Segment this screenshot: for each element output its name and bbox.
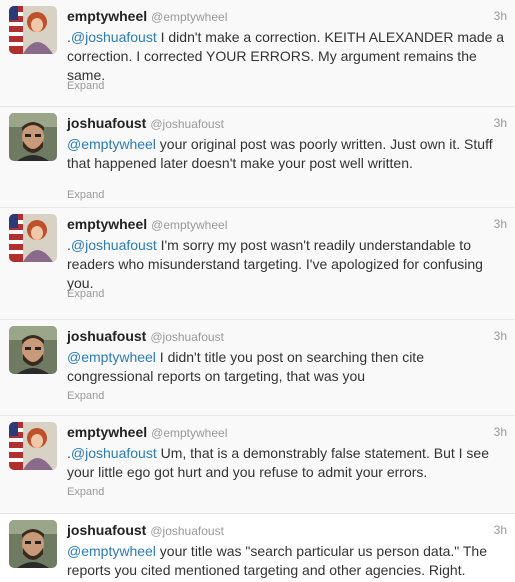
timestamp[interactable]: 3h	[494, 113, 507, 133]
avatar-joshuafoust[interactable]	[9, 326, 57, 374]
tweet-text: @emptywheel I didn't title you post on s…	[67, 348, 507, 386]
expand-link[interactable]: Expand	[67, 486, 104, 498]
tweet[interactable]: joshuafoust @joshuafoust 3h @emptywheel I…	[0, 319, 515, 415]
tweet[interactable]: emptywheel @emptywheel 3h .@joshuafoust U…	[0, 415, 515, 513]
display-name[interactable]: joshuafoust	[67, 328, 146, 344]
tweet-header: joshuafoust @joshuafoust 3h	[67, 326, 507, 346]
tweet-text: .@joshuafoust I'm sorry my post wasn't r…	[67, 236, 507, 293]
mention-link[interactable]: @joshuafoust	[71, 29, 157, 45]
tweet-header: emptywheel @emptywheel 3h	[67, 214, 507, 234]
expand-link[interactable]: Expand	[67, 189, 104, 201]
tweet[interactable]: joshuafoust @joshuafoust 3h @emptywheel y…	[0, 106, 515, 207]
tweet-header: joshuafoust @joshuafoust 3h	[67, 520, 507, 540]
avatar-joshuafoust[interactable]	[9, 520, 57, 568]
username[interactable]: @joshuafoust	[150, 524, 224, 538]
display-name[interactable]: joshuafoust	[67, 522, 146, 538]
avatar-emptywheel[interactable]	[9, 214, 57, 262]
tweet-text: @emptywheel your title was "search parti…	[67, 542, 507, 580]
expand-link[interactable]: Expand	[67, 80, 104, 92]
tweet[interactable]: joshuafoust @joshuafoust 3h @emptywheel y…	[0, 513, 515, 582]
mention-link[interactable]: @emptywheel	[67, 543, 156, 559]
expand-link[interactable]: Expand	[67, 288, 104, 300]
mention-link[interactable]: @joshuafoust	[71, 445, 157, 461]
timestamp[interactable]: 3h	[494, 214, 507, 234]
username[interactable]: @joshuafoust	[150, 117, 224, 131]
tweet[interactable]: emptywheel @emptywheel 3h .@joshuafoust I…	[0, 207, 515, 319]
tweet-header: joshuafoust @joshuafoust 3h	[67, 113, 507, 133]
username[interactable]: @joshuafoust	[150, 330, 224, 344]
display-name[interactable]: joshuafoust	[67, 115, 146, 131]
mention-link[interactable]: @emptywheel	[67, 136, 156, 152]
username[interactable]: @emptywheel	[151, 218, 227, 232]
timestamp[interactable]: 3h	[494, 520, 507, 540]
tweet-text: .@joshuafoust I didn't make a correction…	[67, 28, 507, 85]
mention-link[interactable]: @emptywheel	[67, 349, 156, 365]
tweet-header: emptywheel @emptywheel 3h	[67, 422, 507, 442]
username[interactable]: @emptywheel	[151, 426, 227, 440]
mention-link[interactable]: @joshuafoust	[71, 237, 157, 253]
avatar-emptywheel[interactable]	[9, 6, 57, 54]
tweet-text: @emptywheel your original post was poorl…	[67, 135, 507, 173]
tweet-header: emptywheel @emptywheel 3h	[67, 6, 507, 26]
display-name[interactable]: emptywheel	[67, 216, 147, 232]
tweet-timeline: emptywheel @emptywheel 3h .@joshuafoust I…	[0, 0, 515, 582]
timestamp[interactable]: 3h	[494, 326, 507, 346]
tweet-text: .@joshuafoust Um, that is a demonstrably…	[67, 444, 507, 482]
timestamp[interactable]: 3h	[494, 422, 507, 442]
tweet[interactable]: emptywheel @emptywheel 3h .@joshuafoust I…	[0, 0, 515, 106]
display-name[interactable]: emptywheel	[67, 424, 147, 440]
timestamp[interactable]: 3h	[494, 6, 507, 26]
username[interactable]: @emptywheel	[151, 10, 227, 24]
display-name[interactable]: emptywheel	[67, 8, 147, 24]
expand-link[interactable]: Expand	[67, 390, 104, 402]
avatar-emptywheel[interactable]	[9, 422, 57, 470]
avatar-joshuafoust[interactable]	[9, 113, 57, 161]
